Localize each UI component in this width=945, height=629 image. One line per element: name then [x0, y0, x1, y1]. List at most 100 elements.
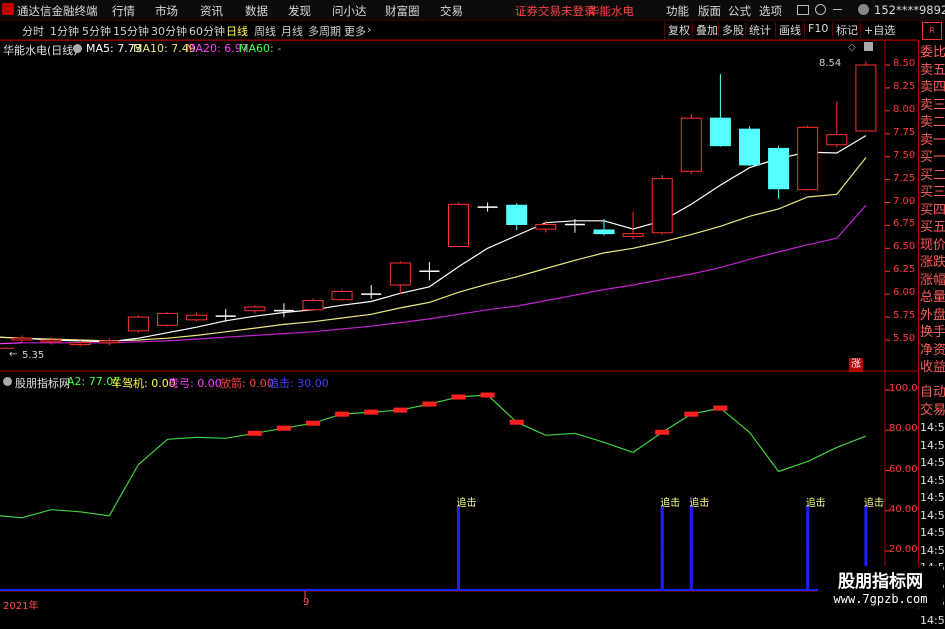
quote-field-label[interactable]: 净资: [920, 343, 945, 359]
tick-time-label[interactable]: 14:56: [920, 525, 945, 541]
ma60-label: MA60: -: [239, 42, 282, 55]
ma10-line: [21, 157, 867, 342]
tick-time-label[interactable]: 14:56: [920, 473, 945, 489]
quote-field-label[interactable]: 总量: [920, 290, 945, 306]
chart-canvas: [0, 39, 918, 598]
price-tick-label: 6.75: [893, 218, 916, 230]
a2-highlight-mark: [364, 409, 379, 415]
quote-field-label[interactable]: 卖二: [920, 115, 945, 131]
low-arrow-icon: ←: [9, 349, 18, 360]
price-tick-label: 6.25: [893, 264, 916, 276]
date-year: 2021年: [3, 601, 39, 612]
expand-diamond-icon[interactable]: ◇: [848, 42, 856, 53]
price-tick-label: 8.25: [893, 80, 916, 92]
zhuiji-signal-label: 追击: [456, 498, 477, 509]
close-pane-icon[interactable]: [864, 42, 873, 51]
tick-time-label[interactable]: 14:56: [920, 438, 945, 454]
tick-time-label[interactable]: 14:56: [920, 613, 945, 629]
quote-field-label[interactable]: 买四: [920, 203, 945, 219]
zhuiji-value-label: 追击: 30.00: [268, 377, 329, 390]
watermark: 股朋指标网 www.7gpzb.com: [818, 566, 943, 608]
tick-time-label[interactable]: 自动: [920, 385, 945, 401]
zhuiji-signal-label: 追击: [805, 498, 826, 509]
watermark-title: 股朋指标网: [838, 572, 923, 592]
quote-field-label[interactable]: 买二: [920, 168, 945, 184]
quote-field-label[interactable]: 换手: [920, 325, 945, 341]
candle-body: [593, 229, 615, 235]
watermark-url: www.7gpzb.com: [833, 592, 928, 606]
zhuiji-signal-label: 追击: [689, 498, 710, 509]
candle-body: [186, 314, 208, 321]
candle-body: [622, 233, 644, 237]
price-tick-label: 5.50: [893, 333, 916, 344]
quote-field-label[interactable]: 外盘: [920, 308, 945, 324]
indicator-title: 股朋指标网: [15, 377, 70, 390]
indicator-tick-label: 100.0: [889, 383, 918, 394]
stock-title: 华能水电(日线): [3, 44, 78, 57]
date-month: 9: [303, 597, 310, 608]
qianggong-label: 弯弓: 0.00: [168, 377, 222, 390]
tick-time-label[interactable]: 14:56: [920, 508, 945, 524]
candle-body: [157, 312, 178, 326]
price-tick-label: 5.75: [893, 310, 916, 322]
quote-field-label[interactable]: 涨幅: [920, 273, 945, 289]
high-price-label: 8.54: [819, 58, 842, 69]
quote-field-label[interactable]: 卖四: [920, 80, 945, 96]
candle-body: [389, 262, 411, 286]
candle-body: [680, 117, 702, 172]
price-tick-label: 7.25: [893, 172, 916, 184]
a2-highlight-mark: [509, 419, 524, 425]
candle-body: [40, 339, 62, 343]
quote-field-label[interactable]: 买一: [920, 150, 945, 166]
indicator-settings-icon[interactable]: [3, 377, 12, 386]
candle-body: [11, 337, 33, 341]
indicator-tick-label: 80.00: [889, 423, 918, 435]
candle-body: [535, 224, 557, 230]
candle-body: [244, 306, 266, 312]
candle-body: [127, 316, 149, 332]
quote-field-label[interactable]: 卖三: [920, 98, 945, 114]
a2-highlight-mark: [306, 420, 320, 426]
chemachi-label: 车驾机: 0.00: [111, 377, 176, 390]
price-tick-label: 7.50: [893, 149, 916, 161]
candle-body: [331, 290, 353, 301]
candle-body: [302, 300, 324, 311]
low-price-label: 5.35: [22, 350, 45, 361]
ma20-tail: [0, 342, 23, 345]
tick-time-label[interactable]: 14:56: [920, 543, 945, 559]
price-tick-label: 6.00: [893, 287, 916, 299]
quote-field-label[interactable]: 收益: [920, 360, 945, 376]
tick-time-label[interactable]: 14:56: [920, 490, 945, 506]
quote-field-label[interactable]: 买三: [920, 185, 945, 201]
a2-highlight-mark: [655, 429, 670, 435]
quote-field-label[interactable]: 现价: [920, 238, 945, 254]
zhuiji-signal-label: 追击: [660, 498, 681, 509]
a2-highlight-mark: [276, 425, 291, 431]
a2-highlight-mark: [713, 405, 728, 411]
quote-field-label[interactable]: 卖一: [920, 133, 945, 149]
indicator-tick-label: 60.00: [889, 463, 918, 475]
candle-body: [448, 203, 469, 247]
tick-time-label[interactable]: 14:56: [920, 455, 945, 471]
zhuiji-signal-label: 追击: [863, 498, 884, 509]
candle-body: [797, 126, 819, 191]
zhuiji-bar: [660, 506, 664, 591]
candle-body: [826, 134, 848, 146]
indicator-tick-label: 20.00: [889, 544, 918, 555]
rise-badge: 涨: [849, 358, 863, 372]
indicator-tick-label: 40.00: [889, 503, 918, 515]
tick-time-label[interactable]: 交易: [920, 403, 945, 419]
a2-line: [21, 394, 867, 519]
a2-highlight-mark: [480, 392, 495, 398]
tick-time-label[interactable]: 14:56: [920, 420, 945, 436]
price-tick-label: 7.75: [893, 126, 916, 138]
ma-settings-icon[interactable]: [73, 44, 82, 53]
a2-highlight-mark: [422, 401, 437, 407]
quote-field-label[interactable]: 委比: [920, 45, 945, 61]
quote-field-label[interactable]: 买五: [920, 220, 945, 236]
a2-highlight-mark: [335, 411, 350, 417]
candle-body: [739, 128, 760, 166]
quote-field-label[interactable]: 涨跌: [920, 255, 945, 271]
price-tick-label: 8.50: [893, 58, 916, 69]
quote-field-label[interactable]: 卖五: [920, 63, 945, 79]
